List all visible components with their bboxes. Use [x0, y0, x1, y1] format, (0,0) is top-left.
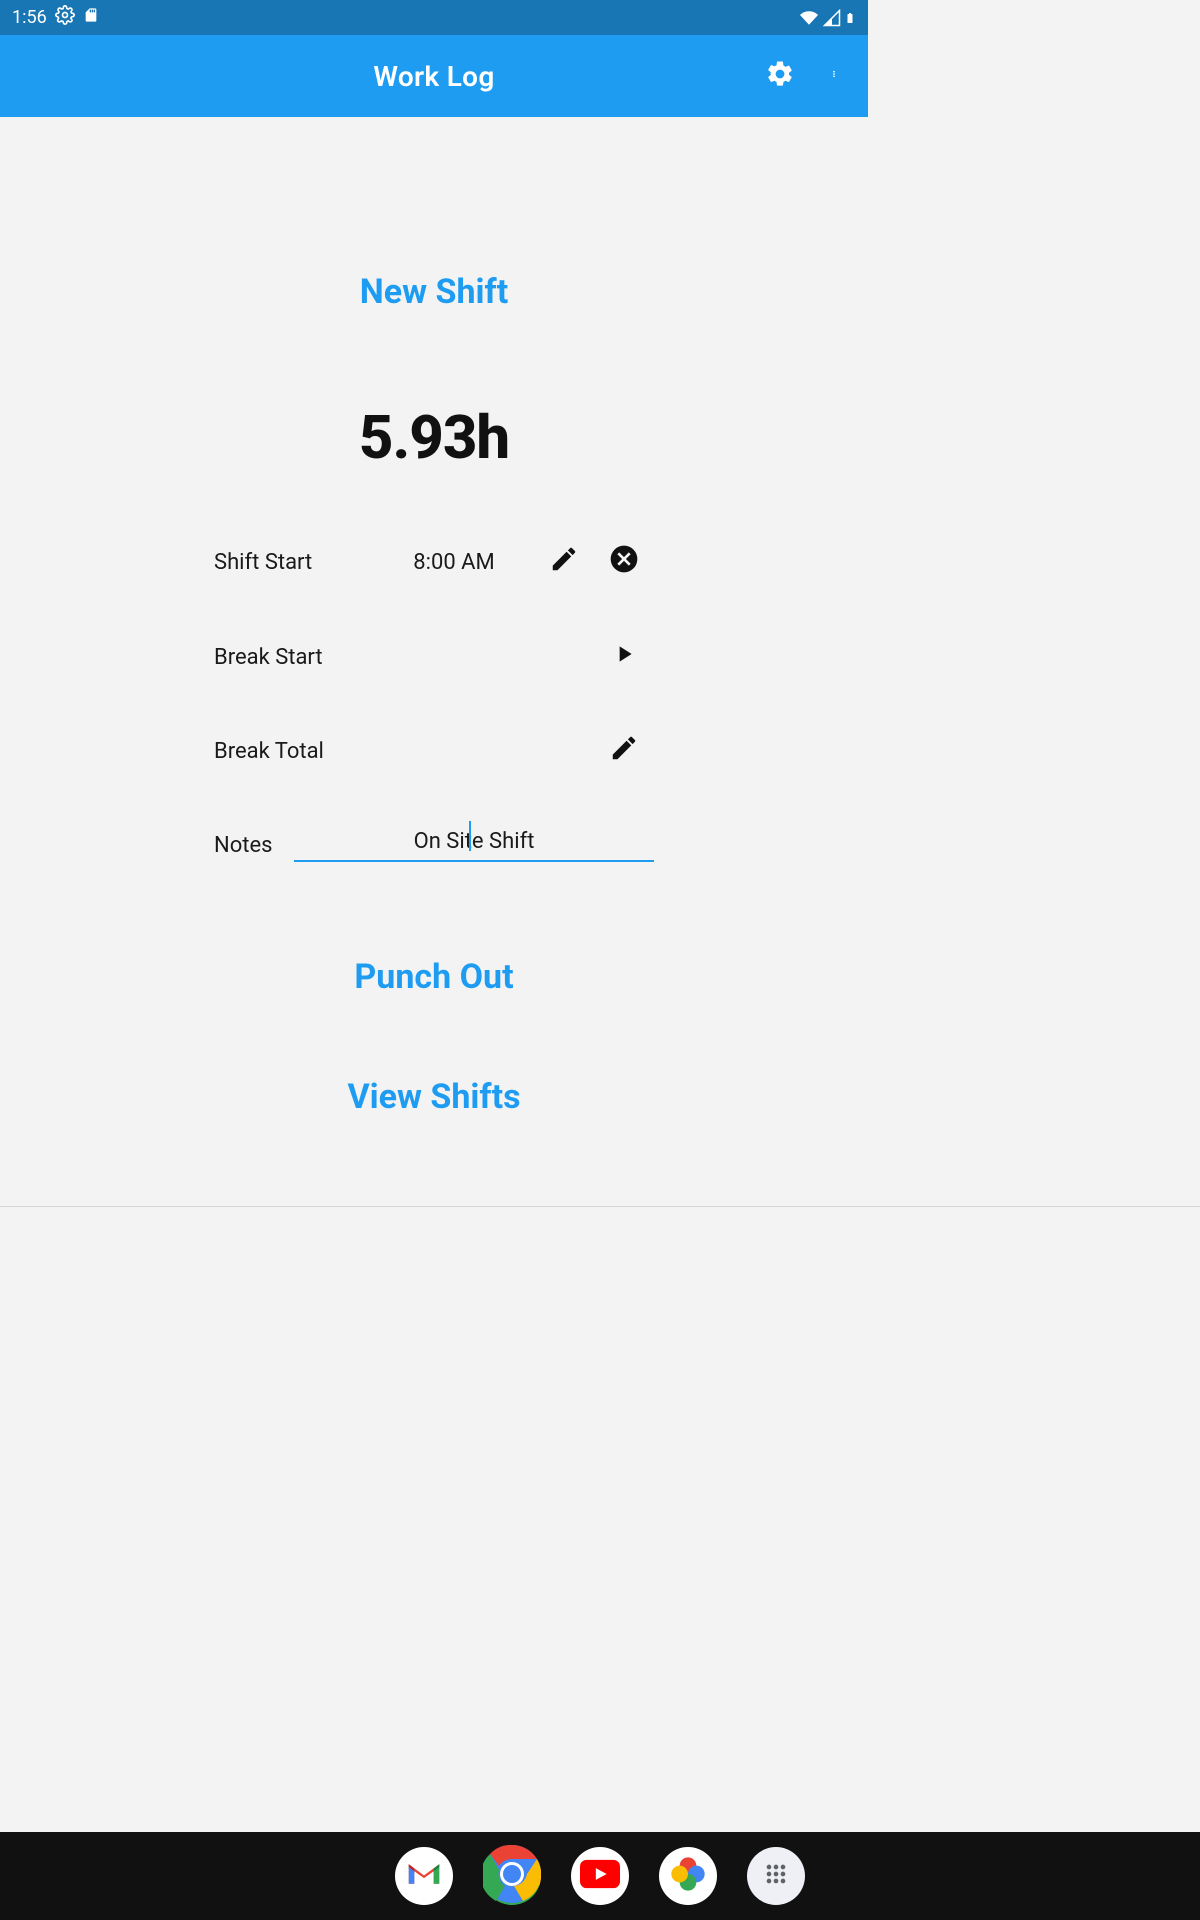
start-break-button[interactable] [594, 641, 654, 673]
status-left: 1:56 [12, 5, 99, 30]
youtube-app[interactable] [571, 1847, 629, 1905]
battery-icon [844, 8, 856, 28]
photos-app[interactable] [659, 1847, 717, 1905]
edit-shift-start-button[interactable] [534, 544, 594, 580]
photos-icon [668, 1854, 708, 1898]
play-icon [611, 641, 637, 673]
shift-rows: Shift Start 8:00 AM Break Start [214, 543, 654, 862]
punch-out-button[interactable]: Punch Out [354, 957, 513, 997]
shift-start-row: Shift Start 8:00 AM [214, 543, 654, 581]
clear-shift-start-button[interactable] [594, 543, 654, 581]
more-vert-icon [830, 60, 838, 92]
gear-icon [765, 59, 795, 93]
settings-button[interactable] [764, 60, 796, 92]
sd-card-icon [83, 6, 99, 29]
youtube-icon [580, 1859, 620, 1893]
app-bar-actions [764, 35, 850, 117]
status-bar: 1:56 [0, 0, 868, 35]
apps-icon [762, 1860, 790, 1892]
break-total-label: Break Total [214, 739, 374, 764]
status-right [798, 8, 856, 28]
main-content: New Shift 5.93h Shift Start 8:00 AM Brea… [0, 117, 868, 1301]
hours-display: 5.93h [359, 402, 509, 473]
notes-label: Notes [214, 833, 294, 858]
divider [0, 1206, 1200, 1207]
status-time: 1:56 [12, 7, 47, 28]
shift-start-value: 8:00 AM [374, 550, 534, 575]
more-button[interactable] [818, 60, 850, 92]
chrome-app[interactable] [483, 1847, 541, 1905]
break-start-row: Break Start [214, 641, 654, 673]
apps-drawer[interactable] [747, 1847, 805, 1905]
dock [0, 1832, 1200, 1920]
signal-icon [822, 9, 842, 27]
wifi-icon [798, 9, 820, 27]
edit-break-total-button[interactable] [594, 733, 654, 769]
break-start-label: Break Start [214, 645, 374, 670]
app-bar: Work Log [0, 35, 868, 117]
notes-input[interactable] [294, 829, 654, 854]
text-caret [469, 821, 471, 851]
new-shift-button[interactable]: New Shift [360, 272, 508, 312]
shift-start-label: Shift Start [214, 550, 374, 575]
notes-input-wrap [294, 829, 654, 862]
gmail-app[interactable] [395, 1847, 453, 1905]
view-shifts-button[interactable]: View Shifts [347, 1077, 520, 1117]
notes-row: Notes [214, 829, 654, 862]
gear-outline-icon [55, 5, 75, 30]
app-title: Work Log [373, 60, 494, 93]
break-total-row: Break Total [214, 733, 654, 769]
pencil-icon [549, 544, 579, 580]
gmail-icon [406, 1860, 442, 1892]
pencil-icon [609, 733, 639, 769]
chrome-icon [483, 1845, 541, 1907]
cancel-icon [608, 543, 640, 581]
